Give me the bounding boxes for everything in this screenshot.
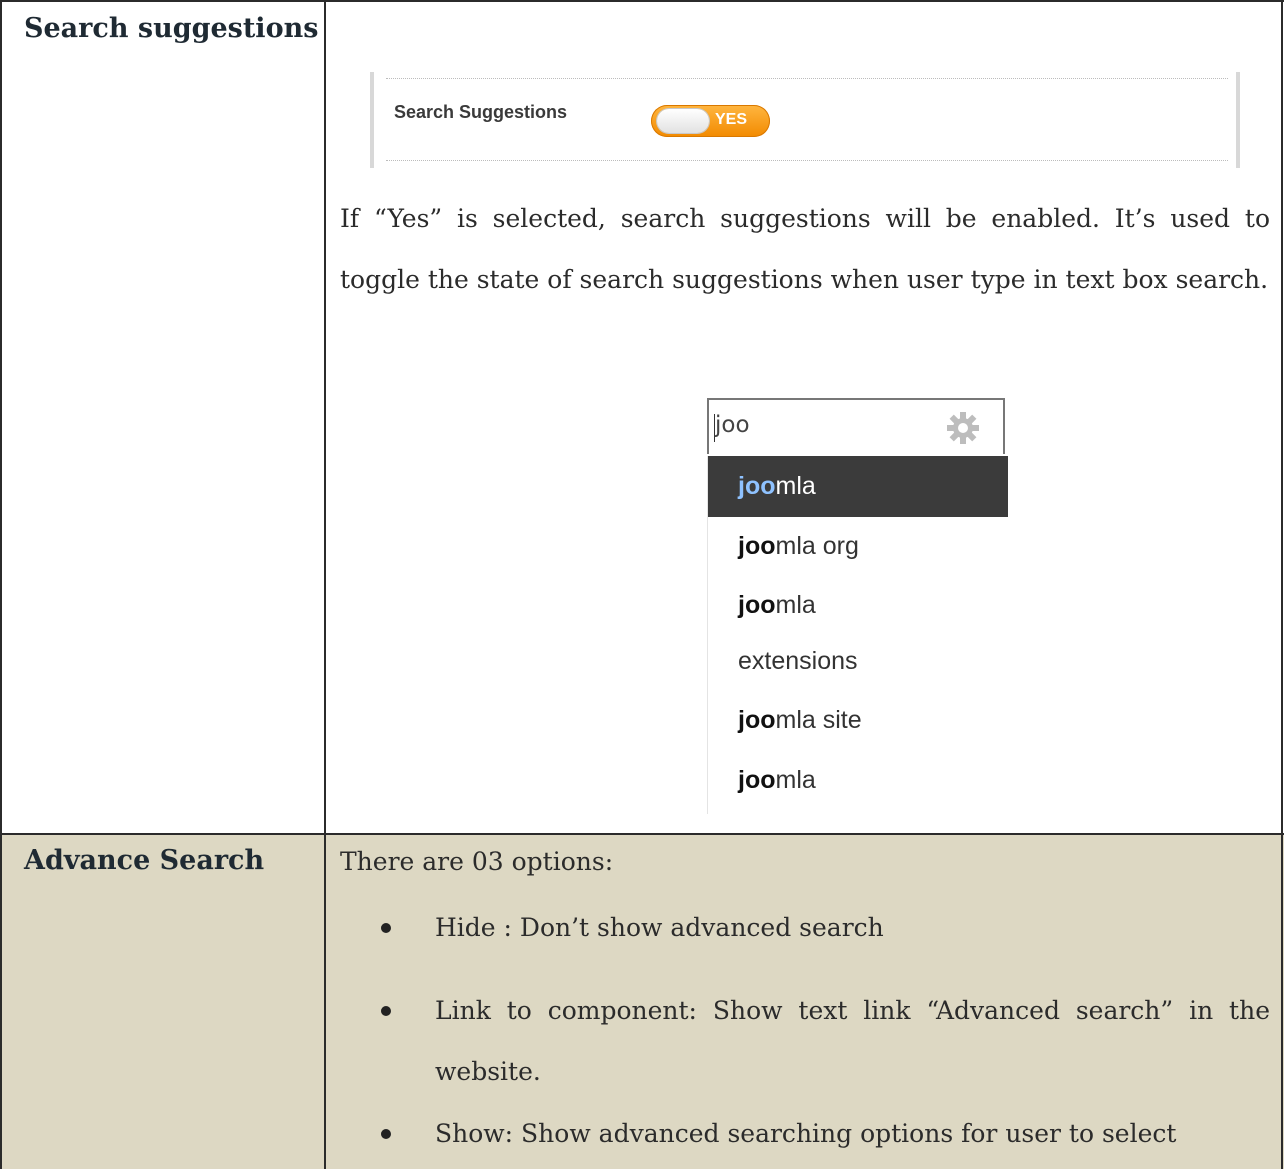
suggestion-rest: extensions (738, 647, 858, 675)
snippet-left-border (370, 72, 374, 168)
bullet-icon (381, 1006, 391, 1016)
toggle-knob (657, 109, 709, 133)
search-suggestions-description: If “Yes” is selected, search suggestions… (340, 204, 1270, 294)
bullet-icon (381, 923, 391, 933)
suggestion-item[interactable]: extensions (738, 647, 858, 676)
search-input[interactable]: joo (707, 398, 1005, 454)
column-divider (324, 0, 326, 1169)
toggle-value: YES (715, 111, 748, 128)
suggestion-rest: mla (775, 591, 816, 619)
setting-label: Search Suggestions (394, 102, 568, 122)
row-label-advance-search: Advance Search (24, 845, 265, 876)
option-item: Link to component: Show text link “Advan… (435, 996, 1270, 1086)
bullet-icon (381, 1129, 391, 1139)
suggestion-match: joo (738, 472, 776, 500)
table-border-top (0, 0, 1284, 2)
suggestion-match: joo (738, 591, 776, 619)
suggestion-match: joo (738, 706, 776, 734)
option-item: Show: Show advanced searching options fo… (435, 1119, 1177, 1148)
suggestion-match: joo (738, 766, 776, 794)
suggestion-item[interactable]: joomla org (738, 532, 859, 561)
snippet-divider-bottom (386, 160, 1228, 161)
table-border-left (0, 0, 2, 1169)
row-divider (0, 833, 1284, 835)
suggestion-match: joo (738, 532, 776, 560)
suggestion-item[interactable]: joomla (708, 456, 1008, 517)
snippet-divider-top (386, 78, 1228, 79)
suggestion-item[interactable]: joomla site (738, 706, 862, 735)
suggestion-item[interactable]: joomla (738, 766, 816, 795)
table-border-right (1281, 0, 1283, 1169)
suggestion-dropdown: joomla joomla org joomla extensions joom… (707, 456, 1008, 814)
row-label-search-suggestions: Search suggestions (24, 13, 319, 44)
search-suggestions-toggle[interactable]: YES (651, 105, 770, 137)
option-item: Hide : Don’t show advanced search (435, 913, 884, 942)
suggestion-rest: mla site (775, 706, 862, 734)
gear-icon[interactable] (945, 410, 981, 446)
suggestion-rest: mla (775, 766, 816, 794)
suggestion-item[interactable]: joomla (738, 591, 816, 620)
advance-search-intro: There are 03 options: (340, 847, 614, 876)
search-query: joo (715, 412, 750, 438)
settings-snippet: Search Suggestions YES (368, 72, 1244, 168)
suggestion-rest: mla org (775, 532, 859, 560)
snippet-right-border (1236, 72, 1240, 168)
suggestion-rest: mla (775, 472, 816, 500)
options-table: Search suggestions Search Suggestions YE… (0, 0, 1284, 1169)
